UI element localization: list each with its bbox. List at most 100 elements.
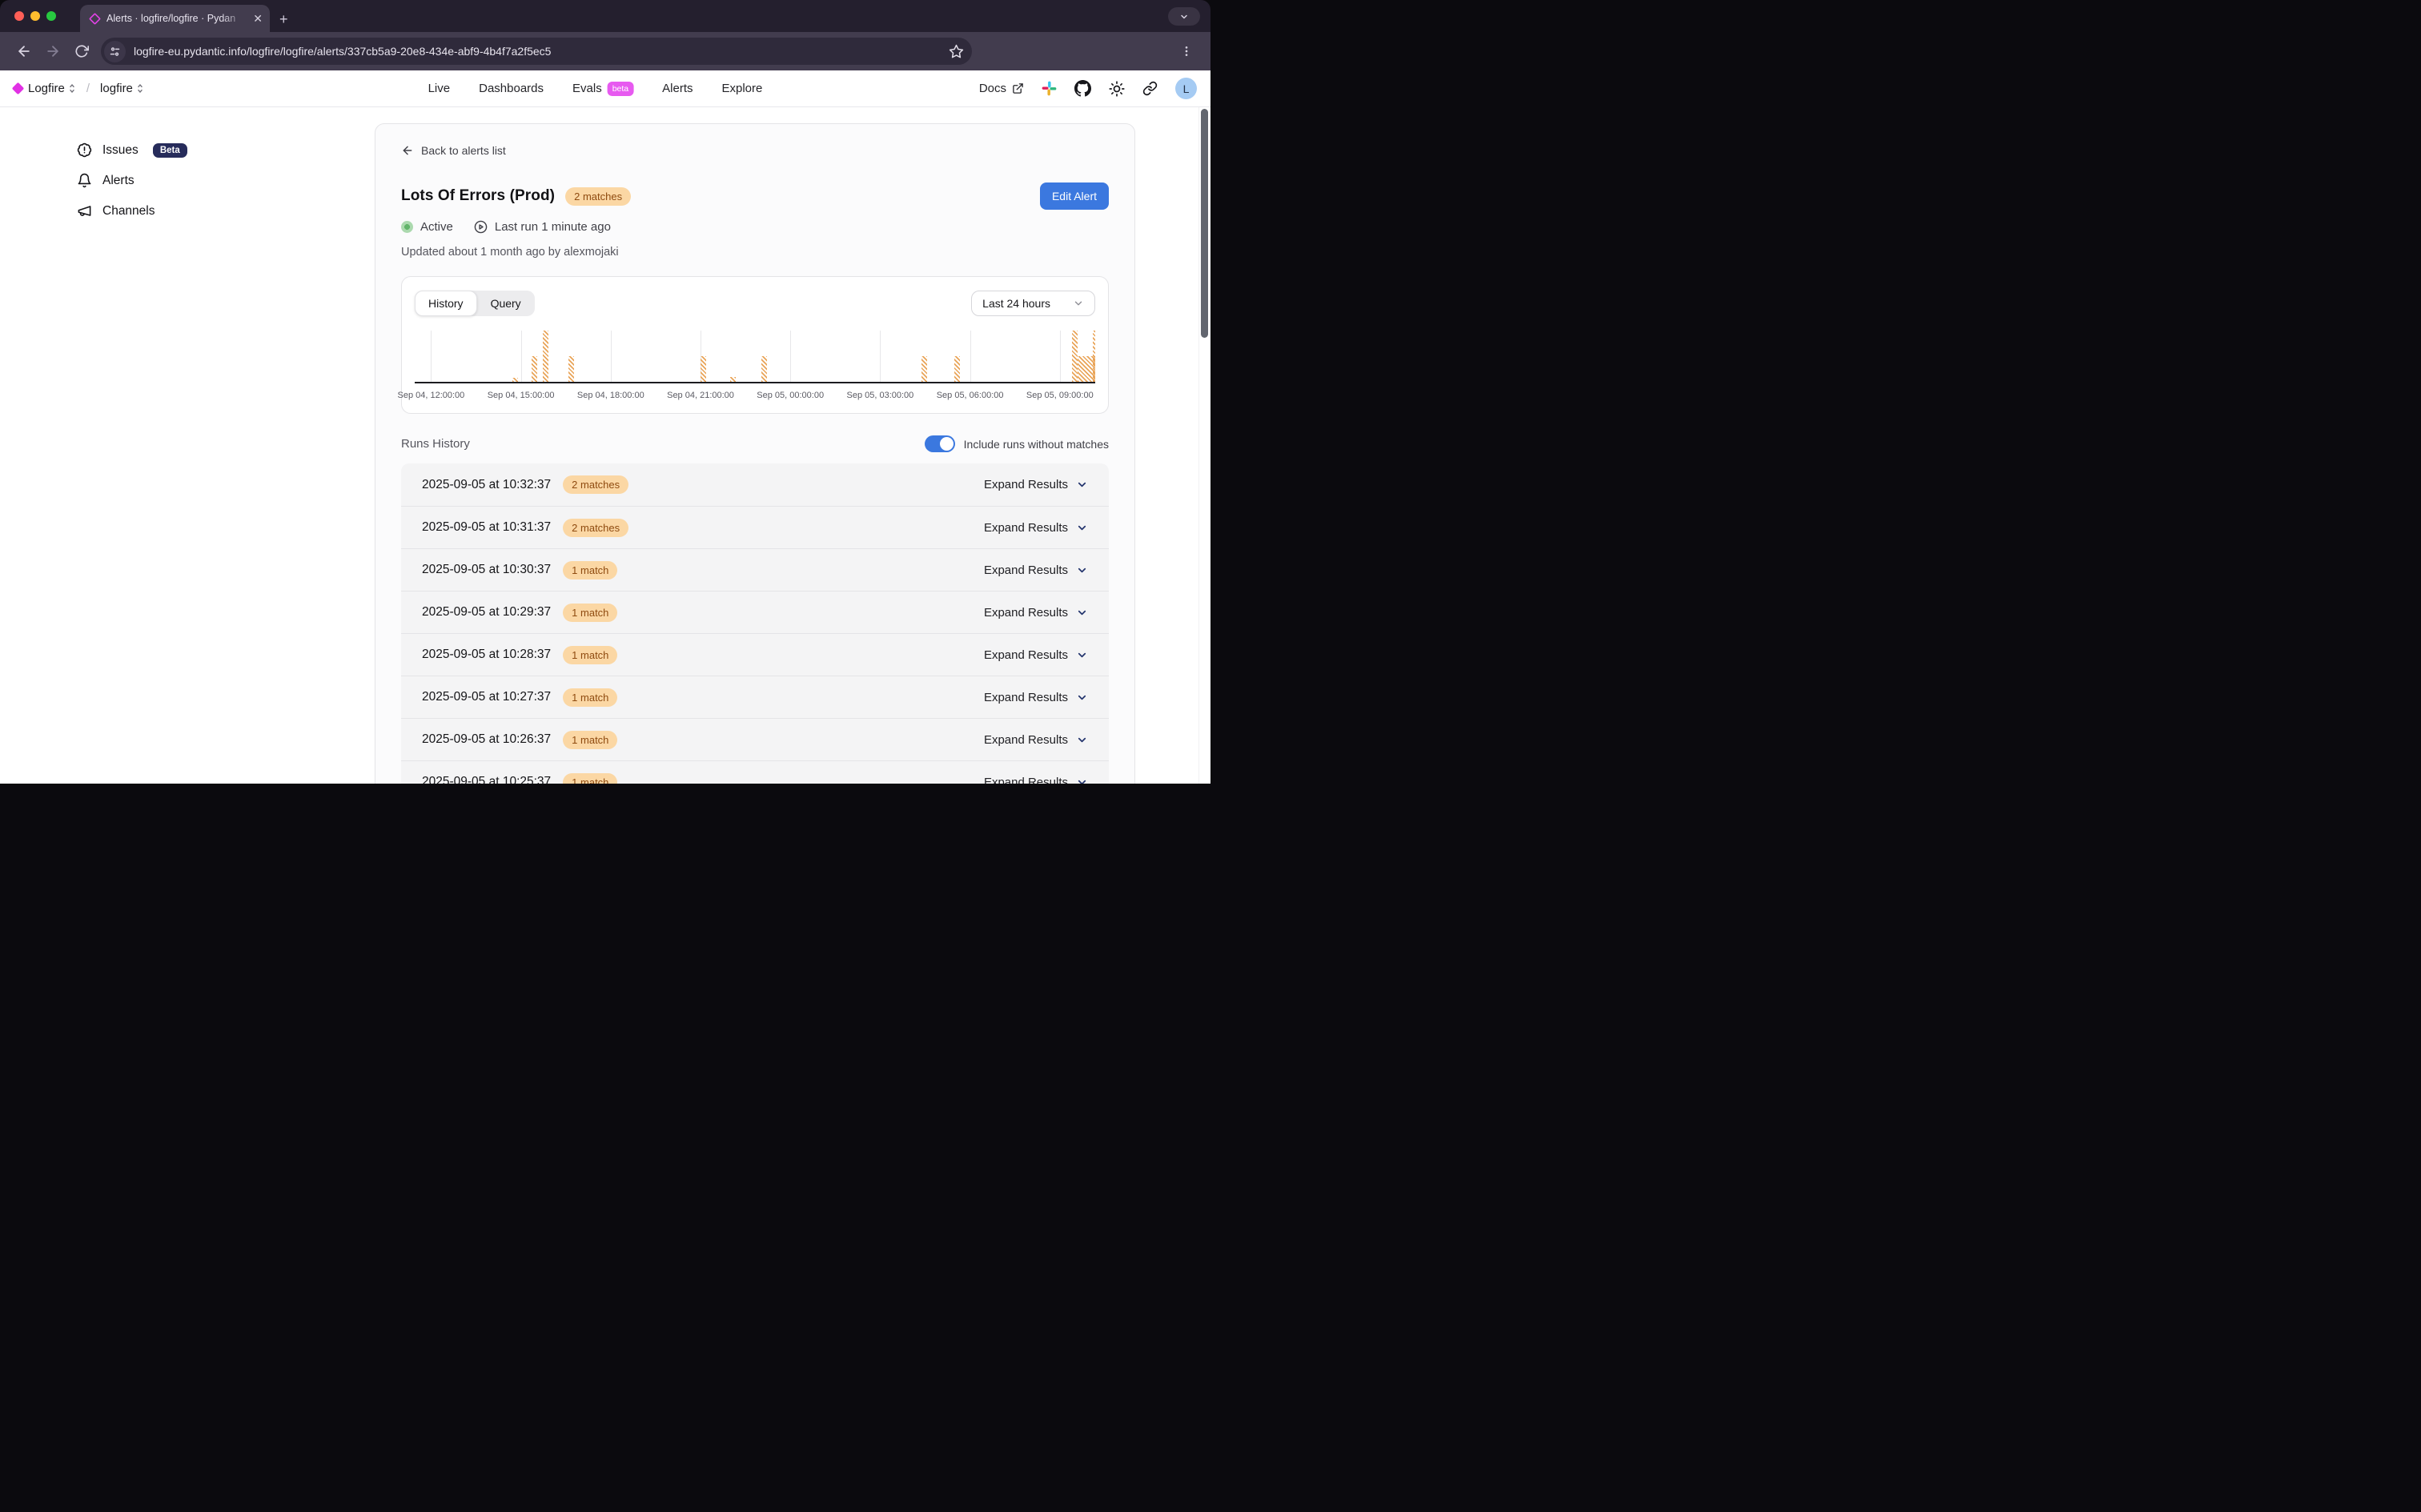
nav-explore[interactable]: Explore — [721, 82, 762, 95]
history-query-tabs: History Query — [415, 291, 535, 316]
back-to-alerts-link[interactable]: Back to alerts list — [401, 144, 506, 157]
expand-results-button[interactable]: Expand Results — [984, 606, 1088, 620]
alert-detail-panel: Back to alerts list Lots Of Errors (Prod… — [375, 123, 1135, 784]
sidebar-item-alerts[interactable]: Alerts — [77, 170, 304, 191]
share-link-icon[interactable] — [1142, 81, 1158, 96]
chevron-down-icon — [1076, 776, 1088, 784]
updated-by-text: Updated about 1 month ago by alexmojaki — [401, 246, 1109, 259]
chevron-down-icon — [1076, 692, 1088, 704]
include-runs-toggle[interactable] — [925, 435, 955, 452]
run-match-badge: 1 match — [563, 731, 617, 749]
time-range-select[interactable]: Last 24 hours — [971, 291, 1095, 316]
app-header: Logfire / logfire Live Dashboards Evals … — [0, 70, 1210, 107]
address-bar[interactable]: logfire-eu.pydantic.info/logfire/logfire… — [101, 38, 972, 65]
logfire-logo-icon — [12, 82, 25, 95]
github-icon[interactable] — [1074, 80, 1091, 97]
megaphone-icon — [77, 203, 92, 219]
reload-button[interactable] — [67, 37, 96, 66]
chart-bar — [568, 356, 574, 382]
chevron-down-icon — [1076, 649, 1088, 661]
runs-history-title: Runs History — [401, 437, 470, 451]
user-avatar[interactable]: L — [1175, 78, 1197, 99]
run-timestamp: 2025-09-05 at 10:28:37 — [422, 648, 551, 662]
new-tab-button[interactable]: + — [279, 12, 288, 26]
main-nav: Live Dashboards Evals beta Alerts Explor… — [428, 82, 763, 96]
browser-toolbar: logfire-eu.pydantic.info/logfire/logfire… — [0, 32, 1210, 70]
chart-x-tick-label: Sep 05, 03:00:00 — [846, 391, 913, 400]
chart-gridline — [611, 331, 612, 382]
browser-tab[interactable]: Alerts · logfire/logfire · Pydan ✕ — [80, 5, 270, 32]
alert-title-row: Lots Of Errors (Prod) 2 matches Edit Ale… — [401, 182, 1109, 210]
breadcrumb: Logfire / logfire — [14, 82, 144, 95]
expand-results-label: Expand Results — [984, 691, 1068, 704]
run-history-row: 2025-09-05 at 10:26:37 1 match Expand Re… — [401, 718, 1109, 760]
forward-arrow-icon — [45, 43, 61, 59]
scrollbar-track[interactable] — [1198, 107, 1210, 784]
expand-results-button[interactable]: Expand Results — [984, 691, 1088, 704]
expand-results-button[interactable]: Expand Results — [984, 648, 1088, 662]
bookmark-star-icon[interactable] — [949, 44, 964, 59]
theme-sun-icon[interactable] — [1109, 81, 1125, 97]
minimize-window-button[interactable] — [30, 11, 40, 21]
run-timestamp: 2025-09-05 at 10:29:37 — [422, 605, 551, 620]
run-match-badge: 1 match — [563, 688, 617, 707]
expand-results-button[interactable]: Expand Results — [984, 563, 1088, 577]
expand-results-button[interactable]: Expand Results — [984, 478, 1088, 491]
last-run-indicator: Last run 1 minute ago — [474, 220, 611, 234]
chevron-down-icon — [1076, 607, 1088, 619]
run-match-badge: 1 match — [563, 561, 617, 580]
sidebar-item-channels[interactable]: Channels — [77, 200, 304, 222]
nav-dashboards[interactable]: Dashboards — [479, 82, 544, 95]
browser-menu-button[interactable] — [1172, 37, 1201, 66]
nav-alerts[interactable]: Alerts — [662, 82, 693, 95]
external-link-icon — [1012, 82, 1024, 94]
zoom-window-button[interactable] — [46, 11, 56, 21]
chart-bar — [532, 356, 537, 382]
run-timestamp: 2025-09-05 at 10:30:37 — [422, 563, 551, 577]
expand-results-label: Expand Results — [984, 521, 1068, 535]
runs-list: 2025-09-05 at 10:32:37 2 matches Expand … — [401, 463, 1109, 784]
chart-bar — [512, 378, 518, 382]
project-switcher[interactable]: logfire — [100, 82, 144, 95]
tab-query[interactable]: Query — [477, 291, 535, 316]
docs-link[interactable]: Docs — [979, 82, 1024, 95]
forward-button[interactable] — [38, 37, 67, 66]
chart-x-tick-label: Sep 04, 15:00:00 — [488, 391, 555, 400]
history-chart-card: History Query Last 24 hours Sep 04, 12:0… — [401, 276, 1109, 414]
org-switcher[interactable]: Logfire — [28, 82, 76, 95]
tab-history[interactable]: History — [415, 291, 477, 316]
run-match-badge: 1 match — [563, 646, 617, 664]
tab-search-button[interactable] — [1168, 7, 1200, 26]
expand-results-button[interactable]: Expand Results — [984, 521, 1088, 535]
chart-x-tick-label: Sep 05, 00:00:00 — [757, 391, 824, 400]
chevron-down-icon — [1073, 298, 1084, 309]
url-text: logfire-eu.pydantic.info/logfire/logfire… — [134, 45, 949, 58]
chart-x-tick-label: Sep 04, 12:00:00 — [397, 391, 464, 400]
expand-results-button[interactable]: Expand Results — [984, 776, 1088, 784]
site-settings-button[interactable] — [104, 41, 126, 62]
sidebar: Issues Beta Alerts Channels — [0, 107, 304, 231]
page-title: Lots Of Errors (Prod) — [401, 187, 555, 205]
issues-beta-badge: Beta — [153, 143, 187, 158]
chart-gridline — [970, 331, 971, 382]
edit-alert-button[interactable]: Edit Alert — [1040, 182, 1109, 210]
scrollbar-thumb[interactable] — [1201, 109, 1208, 338]
toggle-label: Include runs without matches — [964, 438, 1109, 451]
chart-gridline — [790, 331, 791, 382]
slack-icon[interactable] — [1042, 81, 1057, 96]
org-name: Logfire — [28, 82, 65, 95]
nav-live[interactable]: Live — [428, 82, 451, 95]
expand-results-label: Expand Results — [984, 478, 1068, 491]
nav-evals[interactable]: Evals beta — [572, 82, 633, 96]
expand-results-label: Expand Results — [984, 776, 1068, 784]
close-window-button[interactable] — [14, 11, 24, 21]
run-timestamp: 2025-09-05 at 10:32:37 — [422, 478, 551, 492]
close-tab-icon[interactable]: ✕ — [253, 13, 263, 24]
back-button[interactable] — [10, 37, 38, 66]
chevron-down-icon — [1179, 12, 1189, 22]
breadcrumb-divider: / — [86, 82, 90, 95]
run-timestamp: 2025-09-05 at 10:26:37 — [422, 732, 551, 747]
expand-results-button[interactable]: Expand Results — [984, 733, 1088, 747]
sidebar-item-issues[interactable]: Issues Beta — [77, 139, 304, 161]
window-controls — [14, 11, 56, 21]
